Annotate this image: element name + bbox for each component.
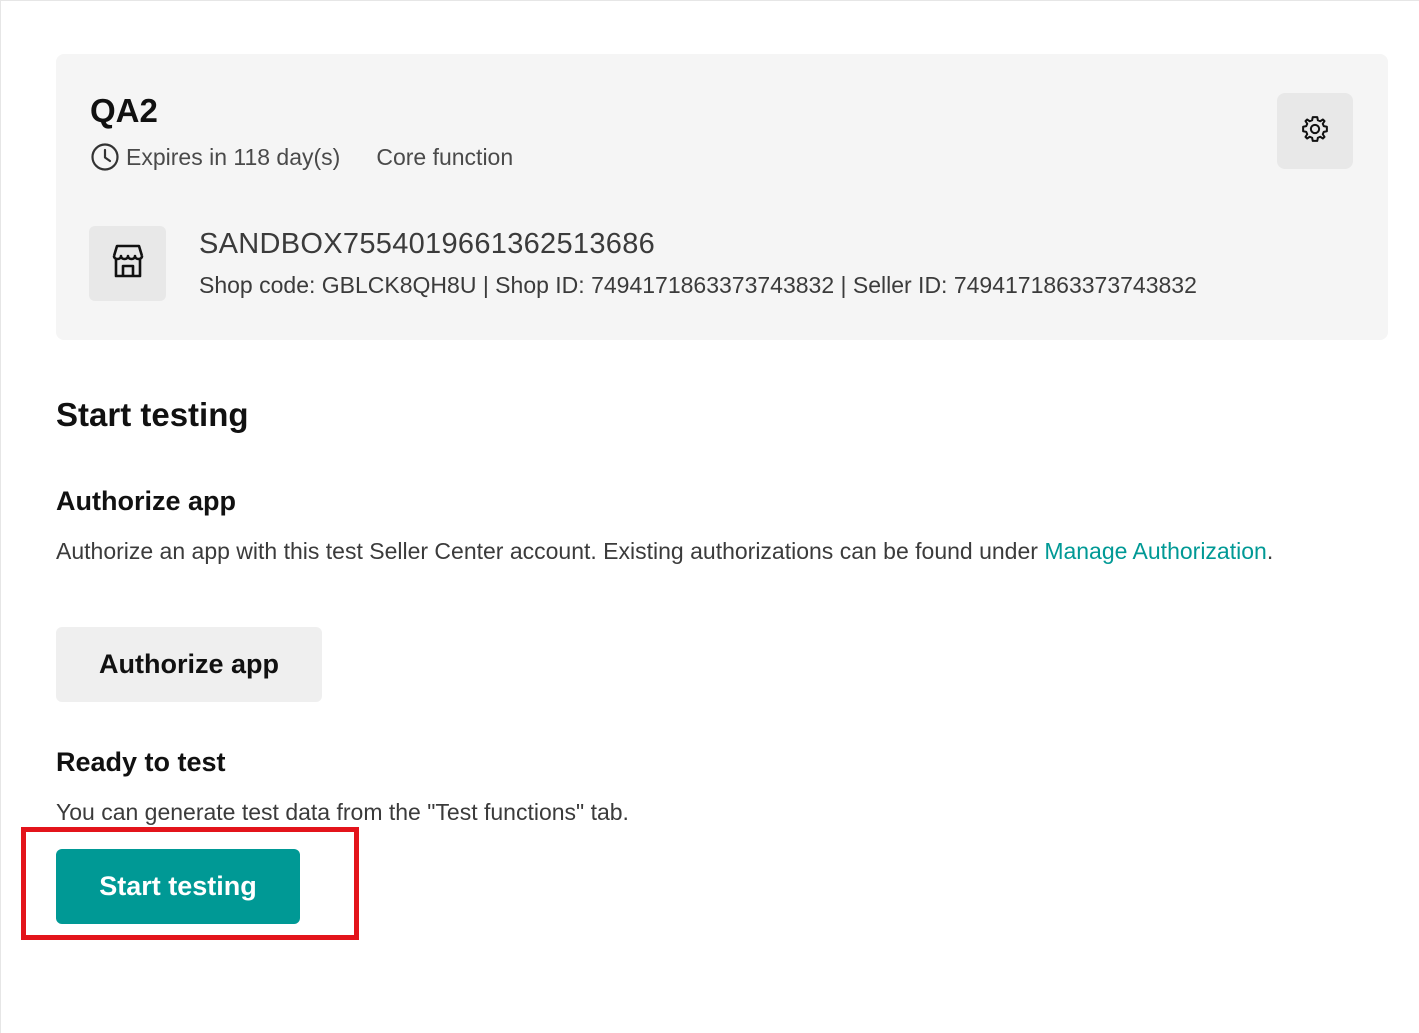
account-name: QA2 bbox=[90, 92, 158, 129]
authorize-description-trailing: . bbox=[1266, 538, 1274, 564]
authorize-app-button[interactable]: Authorize app bbox=[56, 627, 322, 702]
account-meta: Expires in 118 day(s) Core function bbox=[90, 142, 513, 172]
authorize-description-text: Authorize an app with this test Seller C… bbox=[56, 538, 1045, 564]
clock-icon bbox=[90, 142, 120, 172]
ready-to-test-heading: Ready to test bbox=[56, 747, 226, 777]
settings-button[interactable] bbox=[1277, 93, 1353, 169]
shop-name: SANDBOX7554019661362513686 bbox=[199, 228, 656, 260]
shop-details: Shop code: GBLCK8QH8U | Shop ID: 7494171… bbox=[199, 272, 1197, 298]
expires-text: Expires in 118 day(s) bbox=[126, 143, 341, 170]
sandbox-account-card: QA2 Expires in 118 day(s) Core function bbox=[56, 54, 1388, 340]
store-icon bbox=[108, 241, 148, 286]
manage-authorization-link[interactable]: Manage Authorization bbox=[1044, 538, 1267, 564]
ready-description: You can generate test data from the "Tes… bbox=[56, 799, 629, 825]
authorize-app-heading: Authorize app bbox=[56, 486, 236, 516]
store-icon-tile bbox=[89, 226, 166, 301]
gear-icon bbox=[1300, 114, 1330, 149]
authorize-description: Authorize an app with this test Seller C… bbox=[56, 533, 1326, 570]
highlight-box bbox=[21, 827, 359, 940]
scope-text: Core function bbox=[376, 143, 514, 170]
start-testing-heading: Start testing bbox=[56, 396, 249, 433]
